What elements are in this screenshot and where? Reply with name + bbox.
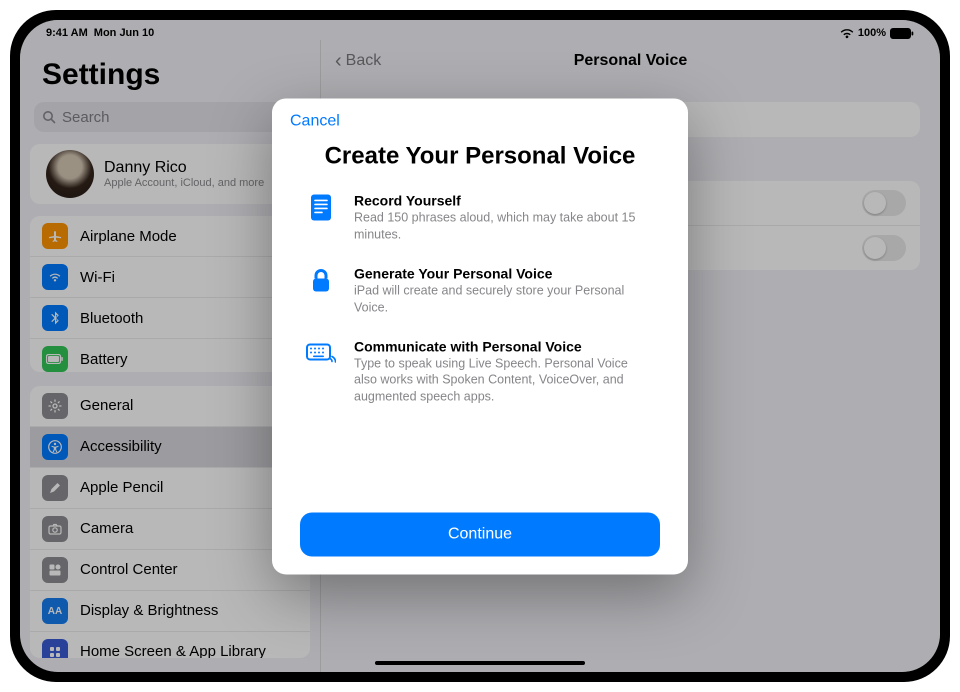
lock-icon bbox=[306, 265, 336, 295]
step-communicate: Communicate with Personal Voice Type to … bbox=[306, 338, 654, 406]
step-title: Generate Your Personal Voice bbox=[354, 265, 654, 281]
continue-button[interactable]: Continue bbox=[300, 512, 660, 556]
step-desc: iPad will create and securely store your… bbox=[354, 282, 654, 316]
document-icon bbox=[306, 192, 336, 222]
screen: 9:41 AM Mon Jun 10 100% Settings bbox=[20, 20, 940, 672]
keyboard-voice-icon bbox=[306, 338, 336, 368]
step-title: Communicate with Personal Voice bbox=[354, 338, 654, 354]
step-record-yourself: Record Yourself Read 150 phrases aloud, … bbox=[306, 192, 654, 243]
step-desc: Type to speak using Live Speech. Persona… bbox=[354, 355, 654, 406]
home-indicator[interactable] bbox=[375, 661, 585, 665]
create-personal-voice-modal: Cancel Create Your Personal Voice Record… bbox=[272, 98, 688, 574]
step-desc: Read 150 phrases aloud, which may take a… bbox=[354, 209, 654, 243]
ipad-device-frame: 9:41 AM Mon Jun 10 100% Settings bbox=[10, 10, 950, 682]
modal-title: Create Your Personal Voice bbox=[272, 136, 688, 192]
step-title: Record Yourself bbox=[354, 192, 654, 208]
cancel-button[interactable]: Cancel bbox=[272, 112, 688, 136]
step-generate-voice: Generate Your Personal Voice iPad will c… bbox=[306, 265, 654, 316]
